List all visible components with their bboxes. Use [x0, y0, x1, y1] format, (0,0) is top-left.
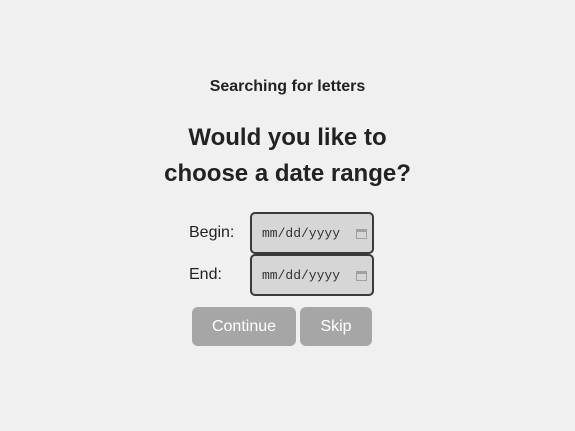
end-date-placeholder: mm/dd/yyyy: [262, 267, 341, 283]
begin-date-label: Begin:: [189, 224, 235, 241]
action-buttons: Continue Skip: [192, 307, 372, 346]
end-date-row: End: mm/dd/yyyy: [189, 254, 374, 296]
calendar-icon[interactable]: [356, 228, 367, 239]
question-line-2: choose a date range?: [164, 160, 411, 187]
calendar-icon[interactable]: [356, 270, 367, 281]
skip-button[interactable]: Skip: [300, 307, 372, 346]
end-date-input[interactable]: mm/dd/yyyy: [250, 254, 374, 296]
page-subtitle: Searching for letters: [209, 78, 366, 95]
end-date-label: End:: [189, 266, 222, 283]
question-line-1: Would you like to: [188, 124, 387, 151]
continue-button[interactable]: Continue: [192, 307, 296, 346]
begin-date-input[interactable]: mm/dd/yyyy: [250, 212, 374, 254]
page-question: Would you like to choose a date range?: [0, 120, 575, 192]
begin-date-placeholder: mm/dd/yyyy: [262, 225, 341, 241]
begin-date-row: Begin: mm/dd/yyyy: [189, 212, 374, 254]
